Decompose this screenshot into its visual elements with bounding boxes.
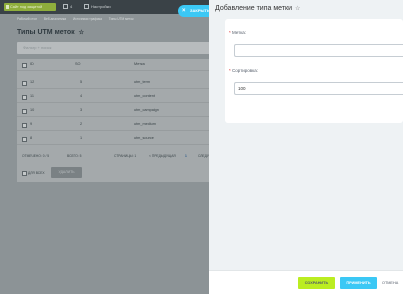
side-panel: Добавление типа метки ☆ * Метка: * Сортир… [209, 0, 403, 294]
filter-placeholder: Фильтр + поиск [23, 45, 52, 50]
row-sort: 5 [80, 80, 83, 84]
form-card: * Метка: * Сортировка: [225, 19, 403, 123]
select-all-checkbox[interactable] [22, 63, 27, 68]
panel-footer: СОХРАНИТЬ ПРИМЕНИТЬ ОТМЕНА [209, 270, 403, 294]
breadcrumb-item[interactable]: Веб-аналитика [44, 17, 66, 21]
pages-label: СТРАНИЦЫ: 1 [114, 154, 137, 158]
row-checkbox[interactable] [22, 109, 27, 114]
column-header-sort[interactable]: SO [75, 62, 81, 66]
prev-page-link[interactable]: < ПРЕДЫДУЩАЯ [149, 154, 176, 158]
grid-footer: ОТМЕЧЕНО: 0 / 5 ВСЕГО: 5 СТРАНИЦЫ: 1 < П… [17, 150, 212, 162]
page-title: Типы UTM меток ☆ [17, 29, 85, 36]
current-page[interactable]: 1 [185, 154, 187, 158]
table-row[interactable]: 10 3 utm_campaign [17, 105, 212, 117]
row-checkbox[interactable] [22, 81, 27, 86]
breadcrumb-item[interactable]: Типы UTM меток [109, 17, 134, 21]
sort-field-caption: * Сортировка: [229, 68, 258, 73]
next-page-link[interactable]: СЛЕДУ [198, 154, 209, 158]
column-header-id[interactable]: ID [30, 62, 34, 66]
breadcrumb-item[interactable]: Рабочий стол [17, 17, 37, 21]
row-sort: 3 [80, 108, 83, 112]
row-sort: 1 [80, 136, 83, 140]
row-checkbox[interactable] [22, 123, 27, 128]
table-row[interactable]: 12 5 utm_term [17, 77, 212, 89]
filter-search-input[interactable]: Фильтр + поиск [17, 42, 212, 54]
grid-header: ID SO Метка [17, 59, 212, 71]
apply-button[interactable]: ПРИМЕНИТЬ [340, 277, 377, 289]
table-row[interactable]: 11 4 utm_content [17, 91, 212, 103]
row-id: 8 [30, 136, 33, 140]
total-count: ВСЕГО: 5 [67, 154, 82, 158]
delete-button[interactable]: УДАЛИТЬ [51, 167, 82, 178]
row-id: 10 [30, 108, 35, 112]
close-slider-button[interactable]: × ЗАКРЫТЬ [178, 5, 212, 17]
row-id: 9 [30, 122, 33, 126]
gear-icon [84, 4, 89, 10]
row-label: utm_campaign [134, 108, 159, 112]
counter-item[interactable]: 4 [63, 3, 72, 11]
table-row[interactable]: 9 2 utm_medium [17, 119, 212, 131]
row-sort: 4 [80, 94, 83, 98]
for-all-label: ДЛЯ ВСЕХ [28, 171, 45, 175]
star-icon[interactable]: ☆ [295, 6, 300, 12]
column-header-label[interactable]: Метка [134, 62, 145, 66]
group-actions: ДЛЯ ВСЕХ УДАЛИТЬ [17, 166, 212, 180]
panel-title: Добавление типа метки ☆ [215, 5, 301, 12]
row-label: utm_term [134, 80, 151, 84]
row-label: utm_source [134, 136, 154, 140]
row-label: utm_content [134, 94, 155, 98]
cancel-link[interactable]: ОТМЕНА [382, 281, 398, 285]
table-row[interactable]: 8 1 utm_source [17, 133, 212, 145]
row-sort: 2 [80, 122, 83, 126]
row-label: utm_medium [134, 122, 156, 126]
save-button[interactable]: СОХРАНИТЬ [298, 277, 335, 289]
stack-icon [63, 4, 68, 10]
row-checkbox[interactable] [22, 137, 27, 142]
selected-count: ОТМЕЧЕНО: 0 / 5 [22, 154, 50, 158]
close-label: ЗАКРЫТЬ [190, 8, 210, 13]
settings-item[interactable]: Настройки [84, 3, 111, 11]
row-id: 11 [30, 94, 34, 98]
breadcrumb-item[interactable]: Источники трафика [73, 17, 102, 21]
label-field-caption: * Метка: [229, 30, 247, 35]
for-all-checkbox[interactable] [22, 171, 27, 176]
row-id: 12 [30, 80, 35, 84]
sort-input[interactable] [234, 82, 403, 95]
row-checkbox[interactable] [22, 95, 27, 100]
label-input[interactable] [234, 44, 403, 57]
data-grid: ID SO Метка 12 5 utm_term 11 4 utm_conte… [17, 59, 212, 182]
site-protection-button[interactable]: Сайт под защитой [4, 3, 56, 11]
star-icon[interactable]: ☆ [79, 29, 84, 36]
breadcrumb: Рабочий стол Веб-аналитика Источники тра… [17, 17, 140, 21]
close-icon: × [182, 8, 186, 14]
